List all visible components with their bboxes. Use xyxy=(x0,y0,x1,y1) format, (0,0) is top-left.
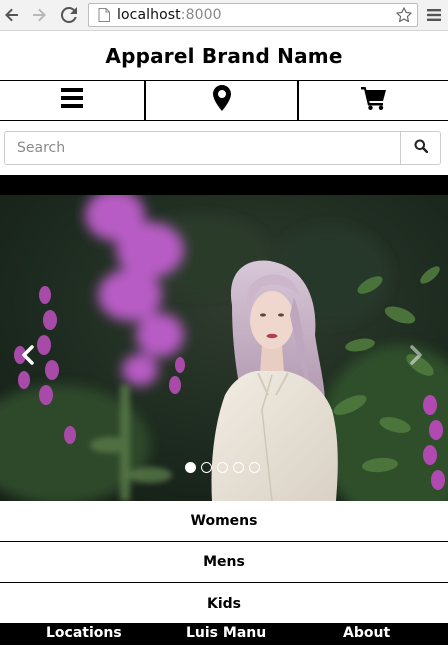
forward-arrow-icon[interactable] xyxy=(28,4,50,26)
map-marker-icon xyxy=(212,85,231,116)
carousel-indicator[interactable] xyxy=(249,462,260,473)
carousel-indicator[interactable] xyxy=(233,462,244,473)
page-icon xyxy=(95,6,113,24)
footer-bar: Locations Luis Manu About xyxy=(0,623,448,645)
carousel-indicators xyxy=(185,462,260,473)
carousel-prev-button[interactable] xyxy=(16,344,40,370)
category-womens[interactable]: Womens xyxy=(0,501,448,542)
chevron-left-icon xyxy=(21,344,35,370)
footer-link-locations[interactable]: Locations xyxy=(46,625,122,641)
browser-toolbar: localhost:8000 xyxy=(0,0,448,31)
footer-link-about[interactable]: About xyxy=(343,625,390,641)
icon-nav-bar xyxy=(0,81,448,121)
back-arrow-icon[interactable] xyxy=(1,4,23,26)
category-label: Kids xyxy=(206,595,241,612)
carousel-indicator[interactable] xyxy=(201,462,212,473)
menu-icon[interactable] xyxy=(424,5,444,25)
footer-link-luis-manu[interactable]: Luis Manu xyxy=(186,625,266,641)
search-button[interactable] xyxy=(400,132,440,164)
category-kids[interactable]: Kids xyxy=(0,583,448,624)
category-mens[interactable]: Mens xyxy=(0,542,448,583)
nav-cart-button[interactable] xyxy=(299,81,448,120)
nav-locations-button[interactable] xyxy=(146,81,299,120)
hero-carousel xyxy=(0,175,448,501)
category-label: Womens xyxy=(190,513,258,529)
search-bar xyxy=(4,131,441,165)
carousel-next-button[interactable] xyxy=(404,344,428,370)
url-text: localhost:8000 xyxy=(117,7,222,23)
brand-title: Apparel Brand Name xyxy=(0,31,448,81)
search-input[interactable] xyxy=(5,132,400,164)
reload-icon[interactable] xyxy=(58,4,80,26)
shopping-cart-icon xyxy=(360,86,387,115)
chevron-right-icon xyxy=(409,344,423,370)
hero-image xyxy=(0,195,448,501)
search-icon xyxy=(414,139,428,158)
carousel-indicator[interactable] xyxy=(185,462,196,473)
star-icon[interactable] xyxy=(394,5,414,25)
hamburger-menu-icon xyxy=(61,88,83,113)
address-bar[interactable]: localhost:8000 xyxy=(88,3,418,27)
carousel-indicator[interactable] xyxy=(217,462,228,473)
category-label: Mens xyxy=(203,554,245,570)
nav-menu-button[interactable] xyxy=(0,81,146,120)
